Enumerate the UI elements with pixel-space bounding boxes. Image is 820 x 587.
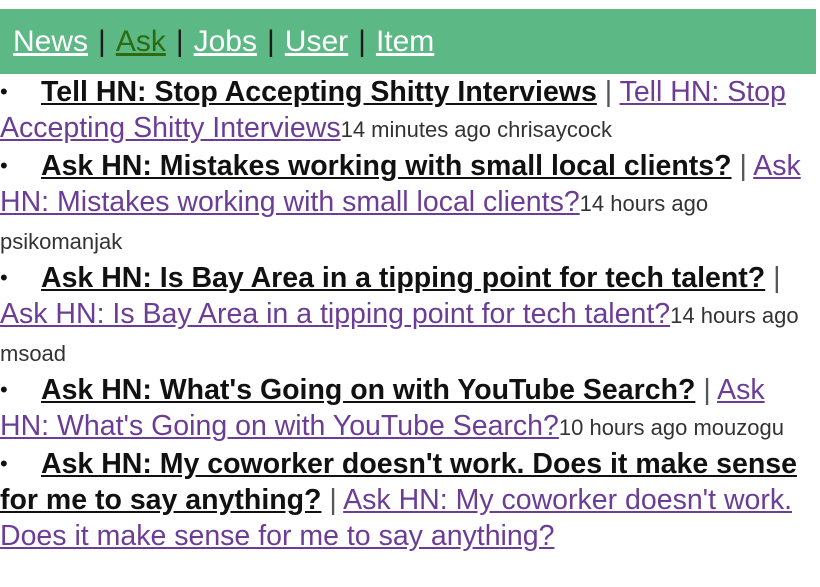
story-title-link[interactable]: Ask HN: What's Going on with YouTube Sea… (41, 374, 695, 406)
bullet-icon: • (0, 451, 8, 476)
top-navigation: News | Ask | Jobs | User | Item (0, 9, 816, 74)
link-separator: | (329, 484, 337, 516)
nav-link-user[interactable]: User (285, 25, 348, 59)
nav-separator: | (358, 24, 366, 58)
link-separator: | (604, 76, 613, 108)
story-time: 14 minutes ago (340, 117, 492, 142)
bullet-icon: • (0, 265, 8, 290)
nav-link-jobs[interactable]: Jobs (194, 25, 257, 59)
bullet-icon: • (0, 377, 8, 402)
nav-link-ask[interactable]: Ask (116, 25, 166, 59)
story-title-link[interactable]: Tell HN: Stop Accepting Shitty Interview… (41, 76, 597, 108)
nav-separator: | (267, 24, 275, 58)
list-item: • Ask HN: Is Bay Area in a tipping point … (0, 260, 818, 372)
story-user: psikomanjak (0, 229, 123, 254)
story-title-link[interactable]: Ask HN: Mistakes working with small loca… (41, 150, 732, 182)
list-item: • Ask HN: What's Going on with YouTube Se… (0, 372, 818, 446)
story-user: mouzogu (693, 415, 784, 440)
list-item: • Ask HN: Mistakes working with small loc… (0, 148, 818, 260)
nav-separator: | (175, 24, 184, 58)
story-user: chrisaycock (497, 117, 613, 142)
story-user: msoad (0, 341, 67, 366)
link-separator: | (739, 150, 747, 182)
list-item: • Ask HN: My coworker doesn't work. Does … (0, 446, 818, 556)
bullet-icon: • (0, 79, 8, 104)
nav-link-news[interactable]: News (13, 25, 88, 59)
story-meta: 14 minutes ago chrisaycock (341, 117, 612, 142)
nav-link-item[interactable]: Item (376, 25, 434, 59)
list-item: • Tell HN: Stop Accepting Shitty Intervie… (0, 74, 818, 148)
link-separator: | (773, 262, 781, 294)
story-meta: 10 hours ago mouzogu (559, 415, 784, 440)
bullet-icon: • (0, 153, 8, 178)
nav-separator: | (98, 24, 106, 58)
story-title-link[interactable]: Ask HN: Is Bay Area in a tipping point f… (41, 262, 765, 294)
story-time: 10 hours ago (558, 415, 688, 440)
story-list: • Tell HN: Stop Accepting Shitty Intervie… (0, 74, 818, 556)
link-separator: | (703, 374, 711, 406)
story-time: 14 hours ago (670, 303, 799, 328)
story-time: 14 hours ago (579, 191, 709, 216)
story-url-link[interactable]: Ask HN: Is Bay Area in a tipping point f… (0, 298, 670, 330)
